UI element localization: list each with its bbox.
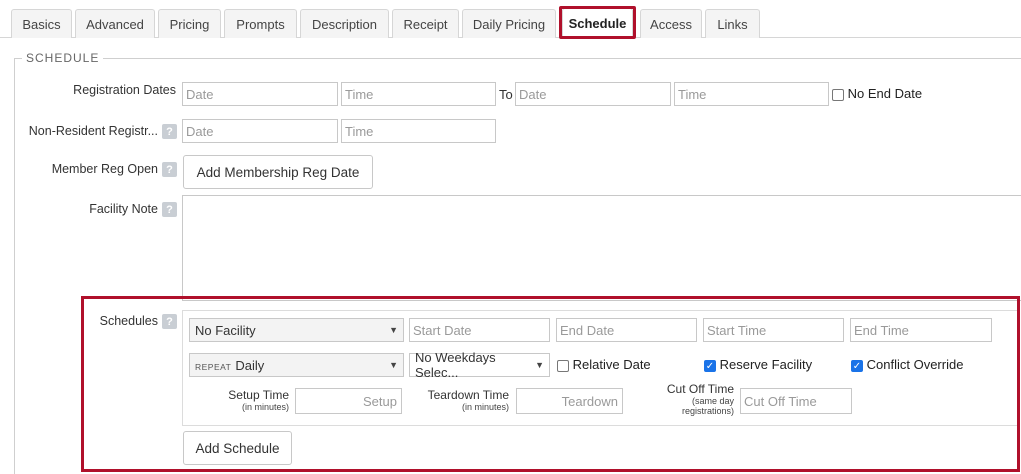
schedules-label-row: Schedules? [10, 314, 177, 330]
repeat-select-content: REPEAT Daily [195, 358, 264, 373]
cutoff-label-group: Cut Off Time (same day registrations) [630, 382, 734, 416]
registration-end-date-input[interactable]: Date [515, 82, 671, 106]
check-icon[interactable]: ✓ [704, 359, 716, 372]
facility-note-label: Facility Note [89, 202, 158, 216]
repeat-select[interactable]: REPEAT Daily ▼ [189, 353, 404, 377]
tab-access[interactable]: Access [640, 9, 702, 38]
registration-dates-label: Registration Dates [73, 83, 176, 97]
no-end-date-label: No End Date [847, 86, 923, 101]
chevron-down-icon: ▼ [389, 325, 398, 335]
non-resident-date-input[interactable]: Date [182, 119, 338, 143]
fieldset-border [14, 58, 1021, 59]
tab-description[interactable]: Description [300, 9, 389, 38]
cutoff-sub-label-2: registrations) [681, 406, 734, 416]
conflict-override-checkbox[interactable]: ✓ Conflict Override [851, 357, 963, 372]
tab-bar: Basics Advanced Pricing Prompts Descript… [0, 0, 1021, 38]
teardown-label-group: Teardown Time (in minutes) [409, 388, 509, 412]
facility-select-value: No Facility [195, 322, 256, 338]
tab-receipt[interactable]: Receipt [392, 9, 459, 38]
start-date-input[interactable]: Start Date [409, 318, 550, 342]
registration-end-time-input[interactable]: Time [674, 82, 829, 106]
weekdays-value: No Weekdays Selec... [415, 350, 496, 380]
cutoff-sub-label-1: (same day [691, 396, 734, 406]
fieldset-left-border [14, 58, 15, 474]
teardown-sub-label: (in minutes) [461, 402, 509, 412]
facility-note-label-row: Facility Note? [10, 202, 177, 218]
tab-advanced[interactable]: Advanced [75, 9, 155, 38]
end-date-input[interactable]: End Date [556, 318, 697, 342]
reserve-facility-checkbox[interactable]: ✓ Reserve Facility [704, 357, 812, 372]
tab-links[interactable]: Links [705, 9, 760, 38]
cutoff-label: Cut Off Time [666, 382, 734, 396]
to-label: To [499, 87, 513, 102]
start-time-input[interactable]: Start Time [703, 318, 844, 342]
add-schedule-button[interactable]: Add Schedule [183, 431, 292, 465]
relative-date-label: Relative Date [572, 357, 651, 372]
tab-pricing[interactable]: Pricing [158, 9, 221, 38]
tab-daily-pricing[interactable]: Daily Pricing [462, 9, 556, 38]
conflict-override-label: Conflict Override [866, 357, 964, 372]
teardown-input[interactable]: Teardown [516, 388, 623, 414]
weekdays-select[interactable]: No Weekdays Selec... ▼ [409, 350, 550, 380]
schedules-label: Schedules [99, 314, 158, 328]
relative-date-checkbox[interactable]: Relative Date [557, 357, 651, 372]
setup-sub-label: (in minutes) [241, 402, 289, 412]
help-icon[interactable]: ? [162, 124, 177, 140]
teardown-label: Teardown Time [427, 388, 509, 402]
registration-start-time-input[interactable]: Time [341, 82, 496, 106]
registration-start-date-input[interactable]: Date [182, 82, 338, 106]
non-resident-label: Non-Resident Registr... [28, 124, 158, 138]
cutoff-input[interactable]: Cut Off Time [740, 388, 852, 414]
no-end-date-checkbox[interactable]: No End Date [832, 86, 922, 101]
repeat-value: Daily [235, 357, 265, 373]
check-icon[interactable]: ✓ [851, 359, 863, 372]
setup-label: Setup Time [228, 388, 289, 402]
member-reg-label-row: Member Reg Open? [10, 162, 177, 178]
facility-select[interactable]: No Facility ▼ [189, 318, 404, 342]
tab-prompts[interactable]: Prompts [224, 9, 297, 38]
non-resident-label-row: Non-Resident Registr...? [10, 124, 177, 140]
schedule-tab-highlight [559, 6, 636, 39]
facility-note-textarea[interactable] [182, 195, 1021, 301]
help-icon[interactable]: ? [162, 314, 177, 330]
setup-input[interactable]: Setup [295, 388, 402, 414]
non-resident-time-input[interactable]: Time [341, 119, 496, 143]
reserve-facility-label: Reserve Facility [719, 357, 813, 372]
chevron-down-icon: ▼ [535, 360, 544, 370]
no-end-date-checkbox-box[interactable] [832, 88, 844, 101]
end-time-input[interactable]: End Time [850, 318, 992, 342]
repeat-prefix: REPEAT [195, 361, 232, 372]
relative-date-checkbox-box[interactable] [557, 359, 569, 372]
member-reg-label: Member Reg Open [51, 162, 158, 176]
tab-basics[interactable]: Basics [11, 9, 72, 38]
help-icon[interactable]: ? [162, 162, 177, 178]
setup-label-group: Setup Time (in minutes) [190, 388, 289, 412]
chevron-down-icon: ▼ [389, 360, 398, 370]
add-membership-reg-date-button[interactable]: Add Membership Reg Date [183, 155, 373, 189]
help-icon[interactable]: ? [162, 202, 177, 218]
section-legend: SCHEDULE [22, 51, 104, 65]
